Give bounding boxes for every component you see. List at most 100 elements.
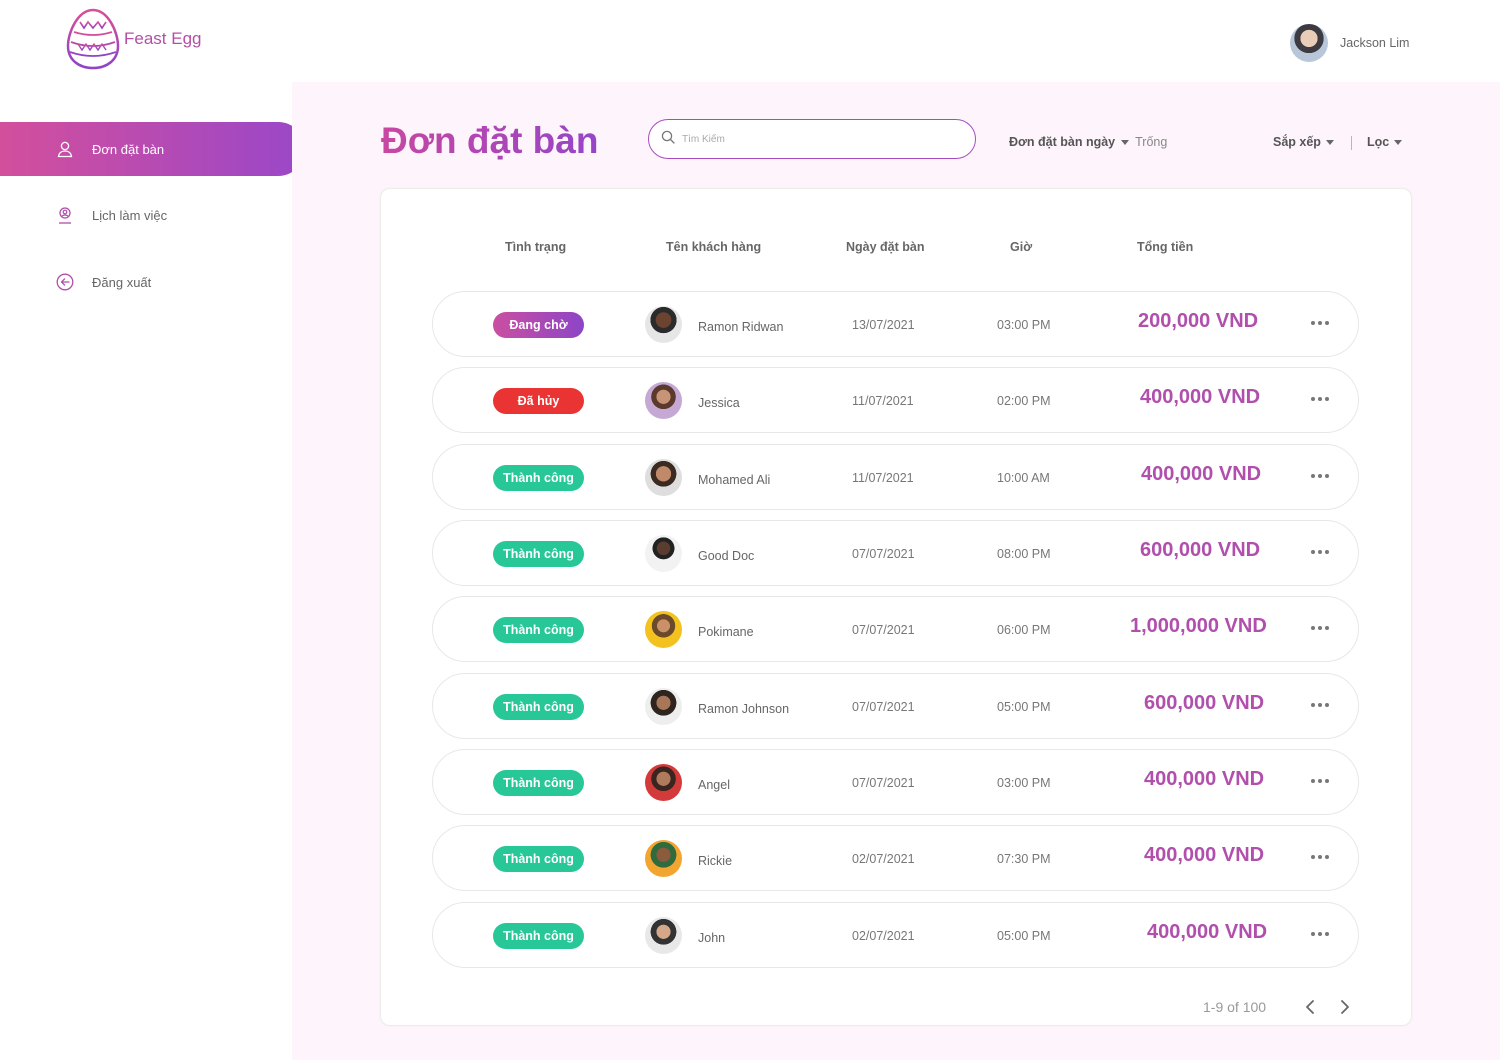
search-input[interactable] — [682, 133, 942, 145]
location-user-icon — [56, 206, 74, 224]
order-total: 400,000 VND — [1147, 921, 1268, 943]
next-page-button[interactable] — [1335, 997, 1355, 1017]
order-date: 02/07/2021 — [852, 852, 915, 866]
order-total: 400,000 VND — [1140, 386, 1261, 408]
table-row[interactable]: Thành công Mohamed Ali 11/07/2021 10:00 … — [432, 444, 1359, 510]
avatar — [645, 611, 682, 648]
app-logo[interactable]: Feast Egg — [66, 8, 202, 70]
order-date: 02/07/2021 — [852, 929, 915, 943]
chevron-down-icon — [1325, 139, 1334, 145]
date-filter[interactable]: Đơn đặt bàn ngày Trống — [1009, 135, 1167, 149]
more-actions-button[interactable] — [1309, 622, 1331, 634]
column-header-date: Ngày đặt bàn — [846, 240, 925, 254]
order-time: 05:00 PM — [997, 929, 1051, 943]
status-badge: Đã hủy — [493, 388, 584, 414]
filter-label: Lọc — [1367, 135, 1390, 149]
chevron-down-icon — [1121, 139, 1130, 145]
avatar — [645, 382, 682, 419]
table-row[interactable]: Thành công John 02/07/2021 05:00 PM 400,… — [432, 902, 1359, 968]
more-actions-button[interactable] — [1309, 928, 1331, 940]
customer-name: Rickie — [698, 854, 733, 868]
order-time: 03:00 PM — [997, 776, 1051, 790]
table-row[interactable]: Thành công Pokimane 07/07/2021 06:00 PM … — [432, 596, 1359, 662]
status-badge: Đang chờ — [493, 312, 584, 338]
sidebar-item-don-dat-ban[interactable]: Đơn đặt bàn — [0, 122, 305, 176]
table-row[interactable]: Thành công Good Doc 07/07/2021 08:00 PM … — [432, 520, 1359, 586]
order-total: 400,000 VND — [1144, 768, 1265, 790]
previous-page-button[interactable] — [1300, 997, 1320, 1017]
column-header-time: Giờ — [1010, 240, 1033, 254]
filter-dropdown[interactable]: Lọc — [1367, 135, 1403, 149]
avatar — [645, 840, 682, 877]
column-header-total: Tổng tiền — [1137, 240, 1194, 254]
order-total: 600,000 VND — [1144, 692, 1265, 714]
status-badge: Thành công — [493, 770, 584, 796]
egg-logo-icon — [66, 8, 120, 70]
pagination-info: 1-9 of 100 — [1203, 999, 1267, 1015]
order-total: 400,000 VND — [1141, 463, 1262, 485]
order-date: 07/07/2021 — [852, 623, 915, 637]
user-avatar[interactable] — [1290, 24, 1328, 62]
order-date: 11/07/2021 — [852, 471, 914, 485]
order-time: 03:00 PM — [997, 318, 1051, 332]
more-actions-button[interactable] — [1309, 317, 1331, 329]
more-actions-button[interactable] — [1309, 699, 1331, 711]
sidebar-item-label: Đăng xuất — [92, 274, 152, 290]
order-time: 06:00 PM — [997, 623, 1051, 637]
avatar — [645, 459, 682, 496]
sidebar-item-label: Lịch làm việc — [92, 207, 168, 223]
customer-name: John — [698, 931, 726, 945]
customer-name: Mohamed Ali — [698, 473, 771, 487]
order-date: 07/07/2021 — [852, 700, 915, 714]
avatar — [645, 917, 682, 954]
order-time: 08:00 PM — [997, 547, 1051, 561]
order-time: 10:00 AM — [997, 471, 1050, 485]
status-badge: Thành công — [493, 923, 584, 949]
order-date: 11/07/2021 — [852, 394, 914, 408]
sort-label: Sắp xếp — [1273, 135, 1321, 149]
avatar — [645, 535, 682, 572]
avatar — [645, 688, 682, 725]
sidebar-item-dang-xuat[interactable]: Đăng xuất — [0, 255, 305, 309]
chevron-right-icon — [1341, 1000, 1349, 1014]
table-row[interactable]: Thành công Angel 07/07/2021 03:00 PM 400… — [432, 749, 1359, 815]
order-time: 07:30 PM — [997, 852, 1051, 866]
sidebar-item-lich-lam-viec[interactable]: Lịch làm việc — [0, 188, 305, 242]
status-badge: Thành công — [493, 694, 584, 720]
order-total: 600,000 VND — [1140, 539, 1261, 561]
customer-name: Good Doc — [698, 549, 755, 563]
status-badge: Thành công — [493, 465, 584, 491]
sort-dropdown[interactable]: Sắp xếp — [1273, 135, 1334, 149]
customer-name: Ramon Johnson — [698, 702, 790, 716]
more-actions-button[interactable] — [1309, 546, 1331, 558]
table-row[interactable]: Đã hủy Jessica 11/07/2021 02:00 PM 400,0… — [432, 367, 1359, 433]
status-badge: Thành công — [493, 541, 584, 567]
customer-name: Ramon Ridwan — [698, 320, 784, 334]
search-box[interactable] — [648, 119, 976, 159]
user-profile[interactable]: Jackson Lim — [1290, 24, 1409, 62]
more-actions-button[interactable] — [1309, 775, 1331, 787]
date-filter-label: Đơn đặt bàn ngày — [1009, 135, 1116, 149]
more-actions-button[interactable] — [1309, 851, 1331, 863]
order-total: 400,000 VND — [1144, 844, 1265, 866]
logout-arrow-icon — [56, 273, 74, 291]
order-total: 1,000,000 VND — [1130, 615, 1267, 637]
order-time: 02:00 PM — [997, 394, 1051, 408]
column-header-customer: Tên khách hàng — [666, 240, 762, 254]
chevron-down-icon — [1394, 139, 1403, 145]
search-icon — [661, 130, 675, 149]
customer-name: Pokimane — [698, 625, 754, 639]
table-row[interactable]: Thành công Rickie 02/07/2021 07:30 PM 40… — [432, 825, 1359, 891]
page-title: Đơn đặt bàn — [381, 120, 599, 161]
column-header-status: Tình trạng — [505, 240, 567, 254]
table-row[interactable]: Đang chờ Ramon Ridwan 13/07/2021 03:00 P… — [432, 291, 1359, 357]
table-row[interactable]: Thành công Ramon Johnson 07/07/2021 05:0… — [432, 673, 1359, 739]
toolbar-divider — [1351, 136, 1352, 150]
more-actions-button[interactable] — [1309, 470, 1331, 482]
avatar — [645, 764, 682, 801]
order-date: 07/07/2021 — [852, 547, 915, 561]
more-actions-button[interactable] — [1309, 393, 1331, 405]
user-icon — [56, 140, 74, 158]
customer-name: Angel — [698, 778, 730, 792]
order-date: 07/07/2021 — [852, 776, 915, 790]
